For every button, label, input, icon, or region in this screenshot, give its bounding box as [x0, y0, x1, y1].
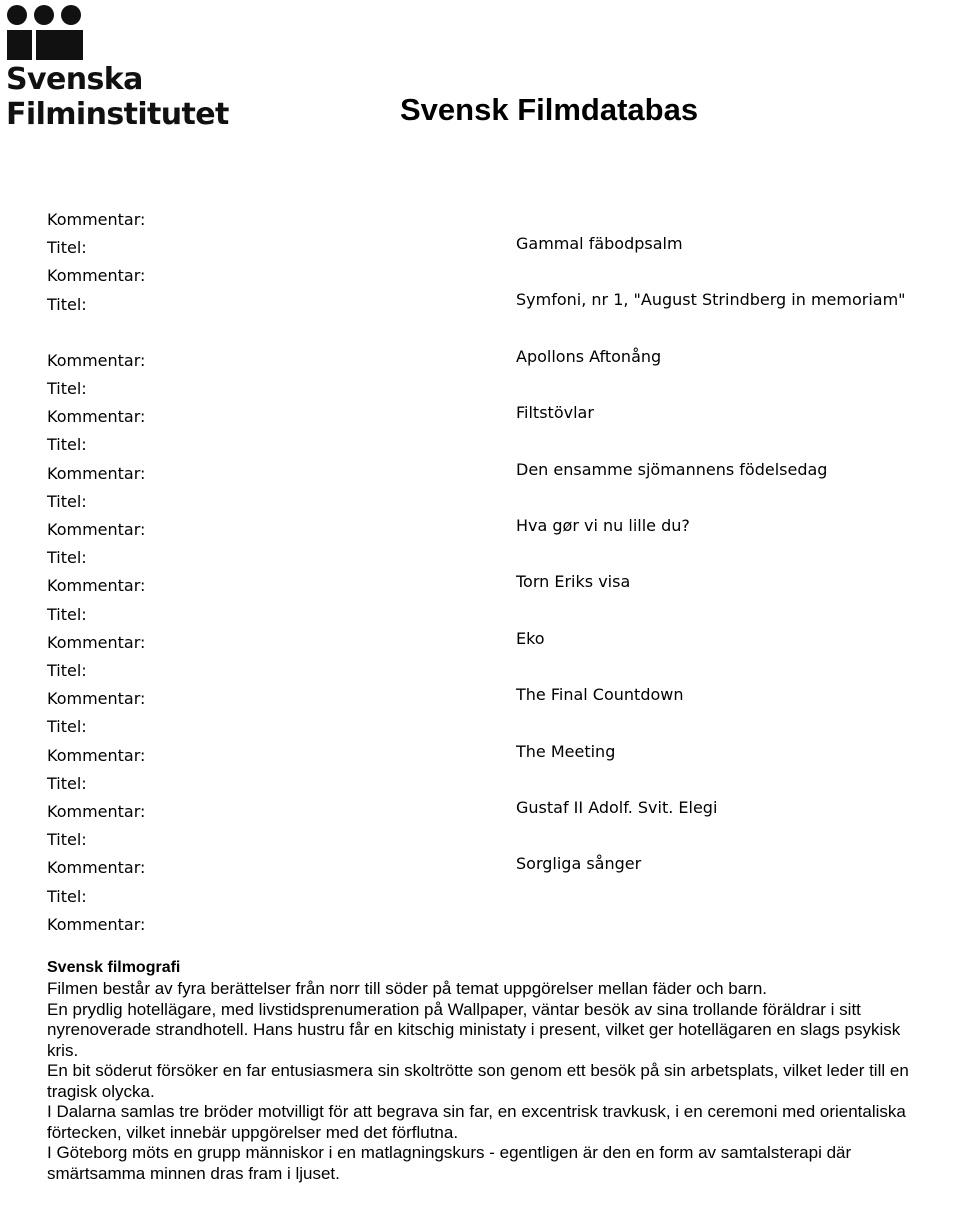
filmography-paragraph: I Dalarna samlas tre bröder motvilligt f… [47, 1102, 906, 1142]
credits-title-value-row: Filtstövlar [516, 403, 936, 459]
page-header: Svenska Filminstitutet Svensk Filmdataba… [0, 0, 960, 170]
credits-title-value-row: Gammal fäbodpsalm [516, 234, 936, 290]
credits-comment-label: Kommentar: [47, 520, 146, 540]
credits-title-label: Titel: [47, 294, 87, 314]
credits-title-label: Titel: [47, 717, 87, 737]
credits-title-label: Titel: [47, 604, 87, 624]
credits-label-column: Kommentar: Titel: Kommentar: Titel: Kommenta… [47, 206, 287, 939]
credits-title-value-row: Hva gør vi nu lille du? [516, 516, 936, 572]
credits-title-value: Hva gør vi nu lille du? [516, 515, 690, 535]
logo-circle-icon [61, 5, 81, 25]
credits-title-label: Titel: [47, 661, 87, 681]
credits-title-value: Sorgliga sånger [516, 854, 642, 874]
credits-title-value-row: The Meeting [516, 742, 936, 798]
credits-title-value: Gustaf II Adolf. Svit. Elegi [516, 797, 718, 817]
credits-title-value-row: Symfoni, nr 1, "August Strindberg in mem… [516, 290, 936, 346]
filmography-heading: Svensk filmografi [47, 959, 181, 976]
credits-title-value-row: Sorgliga sånger [516, 854, 936, 910]
credits-title-label: Titel: [47, 379, 87, 399]
credits-comment-label: Kommentar: [47, 576, 146, 596]
credits-section: Kommentar: Titel: Kommentar: Titel: Kommenta… [0, 206, 960, 934]
logo-square-icon [7, 30, 32, 60]
filmography-paragraph: I Göteborg möts en grupp människor i en … [47, 1143, 852, 1183]
credits-title-value: The Final Countdown [516, 685, 684, 705]
logo-wordmark-line2: Filminstitutet [6, 97, 229, 132]
credits-comment-label: Kommentar: [47, 210, 146, 229]
credits-title-value: Apollons Aftonång [516, 346, 662, 366]
credits-comment-label: Kommentar: [47, 350, 146, 370]
credits-title-value: Filtstövlar [516, 403, 594, 423]
credits-title-value-row: Gustaf II Adolf. Svit. Elegi [516, 798, 936, 854]
page-title: Svensk Filmdatabas [400, 92, 699, 127]
credits-title-value: Torn Eriks visa [516, 572, 631, 592]
logo-circle-icon [34, 5, 54, 25]
credits-title-value-row: The Final Countdown [516, 685, 936, 741]
credits-comment-label: Kommentar: [47, 858, 146, 878]
filmography-paragraph: Filmen består av fyra berättelser från n… [47, 979, 768, 998]
credits-title-label: Titel: [47, 830, 87, 850]
credits-title-value: Eko [516, 628, 545, 648]
credits-title-label: Titel: [47, 238, 87, 258]
svenska-filminstitutet-logo: Svenska Filminstitutet [6, 4, 229, 132]
credits-title-value-row: Eko [516, 629, 936, 685]
filmography-paragraph: En bit söderut försöker en far entusiasm… [47, 1061, 909, 1101]
credits-title-value: Den ensamme sjömannens födelsedag [516, 459, 828, 479]
logo-rectangle-icon [36, 30, 83, 60]
logo-wordmark-line1: Svenska [6, 62, 143, 97]
credits-comment-label: Kommentar: [47, 914, 146, 934]
credits-comment-label: Kommentar: [47, 632, 146, 652]
credits-title-label: Titel: [47, 886, 87, 906]
credits-comment-label: Kommentar: [47, 802, 146, 822]
filmography-body: Filmen består av fyra berättelser från n… [47, 979, 922, 1184]
credits-title-value-row: Den ensamme sjömannens födelsedag [516, 460, 936, 516]
credits-title-value: Symfoni, nr 1, "August Strindberg in mem… [516, 290, 906, 310]
credits-title-label: Titel: [47, 435, 87, 455]
credits-comment-label: Kommentar: [47, 745, 146, 765]
credits-title-value-row: Torn Eriks visa [516, 572, 936, 628]
credits-title-value-row: Apollons Aftonång [516, 347, 936, 403]
credits-title-value: The Meeting [516, 741, 616, 761]
credits-title-label: Titel: [47, 548, 87, 568]
filmography-paragraph: En prydlig hotellägare, med livstidspren… [47, 999, 901, 1060]
credits-comment-label: Kommentar: [47, 463, 146, 483]
credits-title-label: Titel: [47, 491, 87, 511]
filmography-section: Svensk filmografi Filmen består av fyra … [47, 958, 922, 1184]
credits-title-value: Gammal fäbodpsalm [516, 234, 683, 253]
credits-value-column: Gammal fäbodpsalm Symfoni, nr 1, "August … [516, 234, 936, 911]
credits-comment-label: Kommentar: [47, 689, 146, 709]
credits-comment-label: Kommentar: [47, 266, 146, 286]
logo-circle-icon [7, 5, 27, 25]
credits-comment-label: Kommentar: [47, 407, 146, 427]
credits-title-label: Titel: [47, 773, 87, 793]
filminstitutet-logo-icon [6, 4, 88, 61]
